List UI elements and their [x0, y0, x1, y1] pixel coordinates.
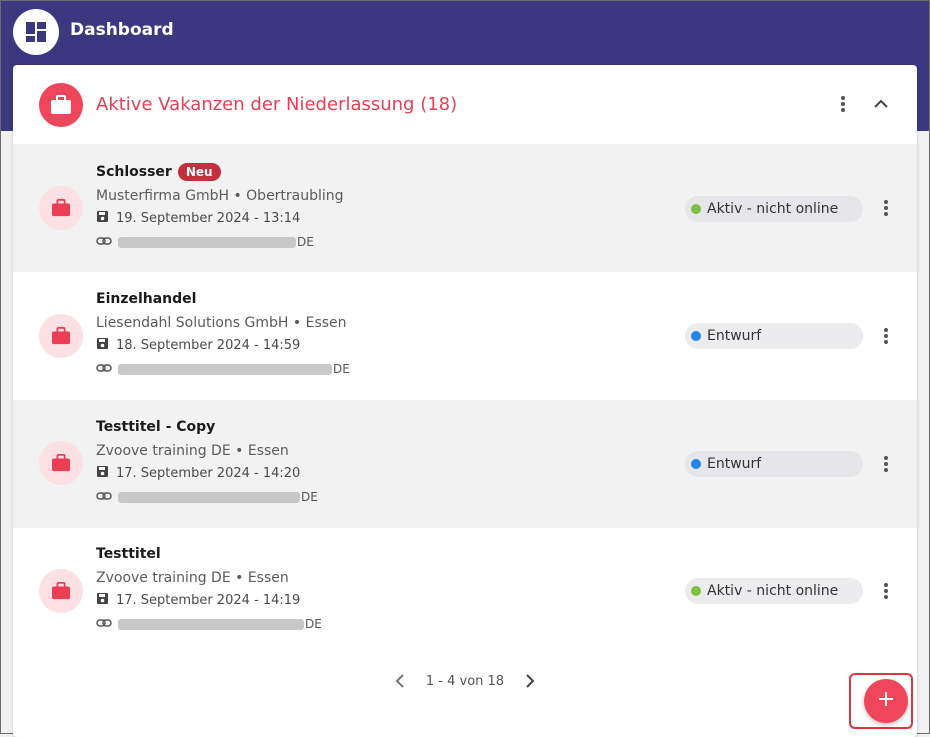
chevron-left-icon[interactable]: [388, 669, 412, 693]
briefcase-icon: [39, 441, 83, 485]
vacancy-row[interactable]: Testtitel Zvoove training DE • Essen 17.…: [13, 528, 917, 656]
vacancy-date: 19. September 2024 - 13:14: [96, 210, 300, 227]
more-vert-icon[interactable]: [875, 323, 897, 349]
save-icon: [96, 337, 109, 354]
vacancy-title[interactable]: Testtitel: [96, 546, 161, 562]
status-dot: [691, 459, 701, 469]
status-chip: Entwurf: [685, 323, 863, 349]
vacancy-date: 18. September 2024 - 14:59: [96, 337, 300, 354]
save-icon: [96, 210, 109, 227]
card-header: Aktive Vakanzen der Niederlassung (18): [13, 65, 917, 144]
status-dot: [691, 331, 701, 341]
chevron-right-icon[interactable]: [518, 669, 542, 693]
link-icon: [96, 490, 112, 504]
add-vacancy-button[interactable]: [864, 679, 908, 723]
vacancies-card: Aktive Vakanzen der Niederlassung (18) S…: [13, 65, 917, 737]
status-chip: Entwurf: [685, 451, 863, 477]
link-icon: [96, 617, 112, 631]
vacancy-company: Musterfirma GmbH • Obertraubling: [96, 188, 344, 204]
status-dot: [691, 204, 701, 214]
vacancy-company: Zvoove training DE • Essen: [96, 570, 289, 586]
briefcase-icon: [39, 186, 83, 230]
vacancy-company: Zvoove training DE • Essen: [96, 443, 289, 459]
card-title: Aktive Vakanzen der Niederlassung (18): [96, 94, 458, 115]
briefcase-icon: [39, 569, 83, 613]
vacancy-company: Liesendahl Solutions GmbH • Essen: [96, 315, 347, 331]
briefcase-icon: [39, 314, 83, 358]
vacancy-row[interactable]: Testtitel - Copy Zvoove training DE • Es…: [13, 400, 917, 528]
vacancy-date: 17. September 2024 - 14:19: [96, 592, 300, 609]
vacancy-link[interactable]: DE: [96, 362, 350, 376]
redacted-text: [118, 491, 300, 503]
more-vert-icon[interactable]: [875, 195, 897, 221]
chevron-up-icon[interactable]: [869, 91, 893, 117]
plus-icon: [877, 690, 895, 712]
save-icon: [96, 465, 109, 482]
new-badge: Neu: [177, 163, 221, 181]
vacancy-title[interactable]: Schlosser Neu: [96, 163, 221, 181]
more-vert-icon[interactable]: [875, 451, 897, 477]
more-vert-icon[interactable]: [875, 578, 897, 604]
vacancy-row[interactable]: Schlosser Neu Musterfirma GmbH • Obertra…: [13, 144, 917, 272]
status-chip: Aktiv - nicht online: [685, 196, 863, 222]
dashboard-icon[interactable]: [13, 9, 59, 55]
redacted-text: [118, 363, 332, 375]
save-icon: [96, 592, 109, 609]
app-title: Dashboard: [70, 20, 174, 40]
pagination-info: 1 - 4 von 18: [425, 673, 505, 689]
redacted-text: [118, 236, 296, 248]
link-icon: [96, 235, 112, 249]
status-chip: Aktiv - nicht online: [685, 578, 863, 604]
pagination: 1 - 4 von 18: [13, 668, 917, 694]
vacancy-title[interactable]: Einzelhandel: [96, 291, 196, 307]
vacancy-link[interactable]: DE: [96, 617, 322, 631]
link-icon: [96, 362, 112, 376]
vacancy-row[interactable]: Einzelhandel Liesendahl Solutions GmbH •…: [13, 272, 917, 400]
redacted-text: [118, 618, 304, 630]
vacancy-link[interactable]: DE: [96, 235, 314, 249]
vacancy-title[interactable]: Testtitel - Copy: [96, 419, 215, 435]
more-vert-icon[interactable]: [832, 91, 854, 117]
status-dot: [691, 586, 701, 596]
vacancy-date: 17. September 2024 - 14:20: [96, 465, 300, 482]
briefcase-icon: [39, 83, 83, 127]
vacancy-link[interactable]: DE: [96, 490, 318, 504]
